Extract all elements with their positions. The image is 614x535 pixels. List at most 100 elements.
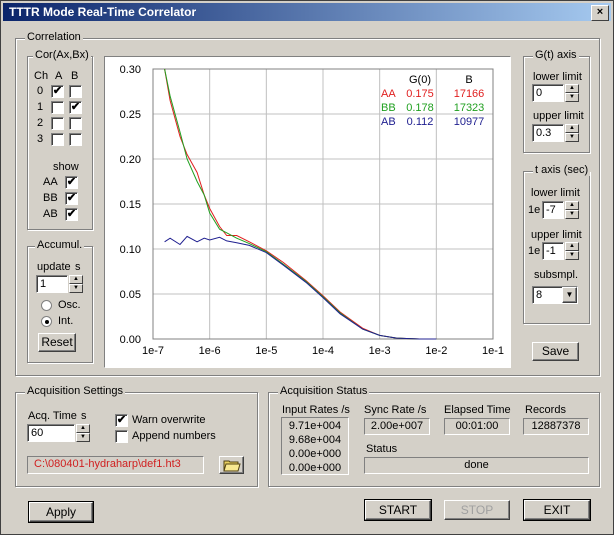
correlation-plot: 0.00 0.05 0.10 0.15 0.20 0.25 0.30 1e-7 1e-6 1e-5… (104, 56, 511, 368)
start-button[interactable]: START (364, 499, 432, 521)
legend-header-g0: G(0) (409, 74, 431, 86)
append-numbers-checkbox[interactable] (115, 430, 128, 443)
input-rate-3: 0.00e+000 (288, 462, 342, 474)
input-rate-2: 0.00e+000 (288, 448, 342, 460)
x-tick-label: 1e-7 (142, 345, 164, 357)
legend-header-b: B (465, 74, 472, 86)
sync-rate-display: 2.00e+007 (364, 418, 430, 435)
y-tick-label: 0.20 (120, 154, 141, 166)
t-axis-group-label: t axis (sec) (533, 164, 591, 176)
gt-lower-input[interactable]: 0 (532, 84, 564, 102)
subsmpl-label: subsmpl. (534, 269, 579, 281)
legend-name-aa: AA (381, 88, 396, 100)
x-tick-label: 1e-5 (255, 345, 277, 357)
warn-overwrite-label: Warn overwrite (132, 414, 206, 426)
accumul-group-label: Accumul. (35, 239, 85, 251)
legend-g0-ab: 0.112 (407, 116, 434, 128)
stop-button[interactable]: STOP (444, 500, 510, 520)
chevron-down-icon: ▼ (565, 290, 574, 299)
col-b-header: B (71, 70, 79, 82)
show-aa-label: AA (43, 176, 58, 188)
save-button[interactable]: Save (532, 342, 579, 361)
input-rate-1: 9.68e+004 (288, 434, 342, 446)
t-upper-label: upper limit (531, 229, 582, 241)
acq-time-unit: s (81, 410, 87, 422)
gt-axis-group-label: G(t) axis (533, 49, 579, 61)
x-tick-label: 1e-4 (312, 345, 334, 357)
acq-time-spinner[interactable]: ▲ ▼ (76, 424, 90, 442)
folder-open-icon (222, 460, 241, 472)
y-tick-label: 0.25 (120, 109, 141, 121)
records-label: Records (525, 404, 566, 416)
channel-3-b-checkbox[interactable] (69, 133, 82, 146)
int-radio[interactable] (41, 316, 52, 327)
channel-3-a-checkbox[interactable] (51, 133, 64, 146)
channel-0-a-checkbox[interactable]: ✔ (51, 85, 64, 98)
file-path-display: C:\080401-hydraharp\def1.ht3 (27, 456, 204, 474)
window-title: TTTR Mode Real-Time Correlator (9, 5, 197, 19)
exit-button[interactable]: EXIT (523, 499, 591, 521)
apply-button[interactable]: Apply (28, 501, 94, 523)
channel-0-label: 0 (37, 85, 44, 97)
acquisition-settings-label: Acquisition Settings (25, 385, 125, 397)
series-line-ab (164, 235, 437, 340)
t-upper-prefix: 1e (528, 245, 541, 257)
channel-2-a-checkbox[interactable] (51, 117, 64, 130)
show-ab-label: AB (43, 208, 58, 220)
input-rates-display: 9.71e+004 9.68e+004 0.00e+000 0.00e+000 (281, 417, 349, 475)
legend-g0-aa: 0.175 (406, 88, 434, 100)
col-ch-header: Ch (34, 70, 49, 82)
y-tick-label: 0.30 (120, 64, 141, 76)
browse-folder-button[interactable] (219, 456, 244, 474)
input-rate-0: 9.71e+004 (288, 420, 342, 432)
acq-time-label: Acq. Time (28, 410, 77, 422)
legend-b-bb: 17323 (454, 102, 485, 114)
show-aa-checkbox[interactable]: ✔ (65, 176, 78, 189)
t-upper-input[interactable]: -1 (542, 242, 564, 260)
update-spinner[interactable]: ▲ ▼ (69, 275, 83, 293)
t-lower-input[interactable]: -7 (542, 201, 564, 219)
show-ab-checkbox[interactable]: ✔ (65, 208, 78, 221)
channel-1-label: 1 (37, 101, 44, 113)
append-numbers-label: Append numbers (132, 430, 216, 442)
channel-0-b-checkbox[interactable] (69, 85, 82, 98)
update-label: update (37, 261, 71, 273)
subsmpl-dropdown-button[interactable]: ▼ (562, 287, 577, 303)
reset-button[interactable]: Reset (38, 333, 76, 352)
warn-overwrite-checkbox[interactable]: ✔ (115, 414, 128, 427)
channel-3-label: 3 (37, 133, 44, 145)
show-bb-label: BB (43, 192, 58, 204)
t-lower-prefix: 1e (528, 204, 541, 216)
y-tick-label: 0.10 (120, 244, 141, 256)
osc-radio[interactable] (41, 300, 52, 311)
t-upper-spinner[interactable]: ▲ ▼ (565, 242, 579, 260)
elapsed-time-display: 00:01:00 (444, 418, 510, 435)
int-label: Int. (58, 315, 74, 327)
show-bb-checkbox[interactable]: ✔ (65, 192, 78, 205)
channel-1-a-checkbox[interactable] (51, 101, 64, 114)
update-input[interactable]: 1 (36, 275, 68, 293)
title-bar[interactable]: TTTR Mode Real-Time Correlator × (3, 3, 611, 21)
legend-g0-bb: 0.178 (406, 102, 434, 114)
t-lower-spinner[interactable]: ▲ ▼ (565, 201, 579, 219)
acquisition-status-label: Acquisition Status (278, 385, 370, 397)
show-label: show (53, 161, 79, 173)
y-tick-label: 0.00 (120, 334, 141, 346)
status-label: Status (366, 443, 398, 455)
update-unit: s (75, 261, 81, 273)
acq-time-input[interactable]: 60 (27, 424, 75, 442)
y-tick-label: 0.15 (120, 199, 141, 211)
legend-name-bb: BB (381, 102, 396, 114)
gt-upper-spinner[interactable]: ▲ ▼ (565, 124, 579, 142)
gt-upper-input[interactable]: 0.3 (532, 124, 564, 142)
osc-label: Osc. (58, 299, 81, 311)
y-tick-label: 0.05 (120, 289, 141, 301)
x-tick-label: 1e-6 (199, 345, 221, 357)
gt-lower-spinner[interactable]: ▲ ▼ (565, 84, 579, 102)
gt-lower-label: lower limit (533, 71, 582, 83)
status-display: done (364, 457, 589, 474)
close-button[interactable]: × (591, 5, 609, 21)
legend-b-ab: 10977 (454, 116, 485, 128)
channel-1-b-checkbox[interactable]: ✔ (69, 101, 82, 114)
channel-2-b-checkbox[interactable] (69, 117, 82, 130)
